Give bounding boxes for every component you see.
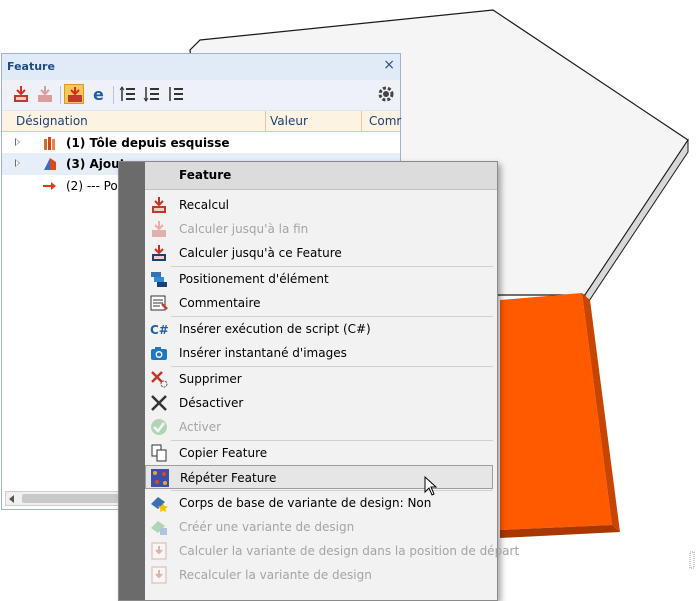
toolbar-separator — [60, 86, 61, 104]
menu-item-label: Corps de base de variante de design: Non — [179, 496, 432, 510]
menu-item-copier-feature[interactable]: Copier Feature — [145, 441, 493, 465]
delete-icon — [150, 370, 168, 388]
align-2-icon[interactable] — [142, 84, 162, 104]
menu-item-activer[interactable]: Activer — [145, 415, 493, 439]
recalc-to-end-icon — [150, 220, 168, 238]
menu-item-calculer-jusqu-a-ce-feature[interactable]: Calculer jusqu'à ce Feature — [145, 241, 493, 265]
panel-toolbar: e — [2, 80, 400, 111]
align-1-icon[interactable] — [118, 84, 138, 104]
expand-arrow-icon[interactable] — [15, 138, 20, 146]
positioning-icon — [150, 270, 168, 288]
recalc-to-end-icon[interactable] — [35, 84, 55, 104]
copy-icon — [150, 444, 168, 462]
menu-item-label: Désactiver — [179, 396, 244, 410]
panel-title: Feature — [7, 60, 55, 73]
menu-item-inserer-script[interactable]: C# Insérer exécution de script (C#) — [145, 317, 493, 341]
recalc-to-feature-icon — [150, 244, 168, 262]
sheet-icon — [44, 137, 55, 150]
scroll-left-icon[interactable] — [9, 495, 14, 503]
calc-variant-icon — [150, 542, 168, 560]
column-commentaire[interactable]: Comr — [369, 114, 401, 128]
menu-item-label: Calculer jusqu'à la fin — [179, 222, 309, 236]
column-header-row: Désignation Valeur Comr — [2, 111, 401, 132]
menu-item-label: Calculer la variante de design dans la p… — [179, 544, 520, 558]
add-flange-icon — [44, 158, 56, 170]
menu-item-recalculer-variante[interactable]: Recalculer la variante de design — [145, 563, 493, 587]
menu-item-desactiver[interactable]: Désactiver — [145, 391, 493, 415]
comment-icon — [150, 294, 168, 312]
tree-row-label: (1) Tôle depuis esquisse — [66, 136, 230, 150]
expand-arrow-icon[interactable] — [15, 159, 20, 167]
column-separator[interactable] — [265, 111, 266, 131]
tree-row[interactable]: (1) Tôle depuis esquisse — [2, 132, 400, 154]
menu-item-label: Insérer instantané d'images — [179, 346, 347, 360]
corner-marker — [689, 551, 695, 569]
feature-context-menu: Feature Recalcul Calculer jusqu'à la fin… — [118, 161, 519, 601]
orange-flange-face — [500, 293, 612, 530]
menu-item-commentaire[interactable]: Commentaire — [145, 291, 493, 315]
menu-header: Feature — [145, 162, 497, 190]
recalc-to-feature-icon[interactable] — [64, 84, 84, 104]
recalc-icon[interactable] — [11, 84, 31, 104]
toolbar-separator — [113, 86, 114, 104]
menu-item-supprimer[interactable]: Supprimer — [145, 367, 493, 391]
recalc-variant-icon — [150, 566, 168, 584]
menu-item-positionement[interactable]: Positionement d'élément — [145, 267, 493, 291]
menu-item-label: Positionement d'élément — [179, 272, 329, 286]
menu-item-label: Créér une variante de design — [179, 520, 355, 534]
menu-item-repeter-feature[interactable]: Répéter Feature — [145, 465, 493, 489]
tree-row-label: (2) --- Pos — [66, 179, 125, 193]
menu-item-calculer-variante[interactable]: Calculer la variante de design dans la p… — [145, 539, 519, 563]
menu-item-label: Répéter Feature — [180, 471, 277, 485]
repeat-icon — [151, 469, 169, 487]
edit-e-icon[interactable]: e — [89, 84, 109, 104]
deactivate-icon — [150, 394, 168, 412]
create-variant-icon — [150, 518, 168, 536]
menu-item-label: Activer — [179, 420, 222, 434]
menu-item-label: Commentaire — [179, 296, 261, 310]
close-icon[interactable]: × — [383, 57, 395, 73]
column-separator[interactable] — [361, 111, 362, 131]
align-3-icon[interactable] — [166, 84, 186, 104]
menu-item-inserer-instantane[interactable]: Insérer instantané d'images — [145, 341, 493, 365]
menu-item-label: Copier Feature — [179, 446, 268, 460]
column-valeur[interactable]: Valeur — [270, 114, 308, 128]
activate-icon — [150, 418, 168, 436]
menu-item-label: Recalcul — [179, 198, 230, 212]
column-designation[interactable]: Désignation — [16, 114, 88, 128]
menu-gutter — [119, 162, 145, 600]
menu-item-recalcul[interactable]: Recalcul — [145, 193, 493, 217]
menu-item-label: Calculer jusqu'à ce Feature — [179, 246, 342, 260]
menu-item-label: Supprimer — [179, 372, 242, 386]
camera-icon — [150, 344, 168, 362]
position-arrow-icon — [43, 182, 56, 190]
design-variant-base-icon — [150, 494, 168, 512]
svg-text:e: e — [93, 85, 104, 104]
recalc-icon — [150, 196, 168, 214]
settings-icon[interactable] — [376, 84, 396, 104]
mouse-cursor-icon — [424, 476, 438, 496]
menu-item-creer-variante[interactable]: Créér une variante de design — [145, 515, 493, 539]
menu-item-corps-de-base[interactable]: Corps de base de variante de design: Non — [145, 491, 493, 515]
csharp-icon: C# — [150, 320, 168, 338]
menu-item-label: Recalculer la variante de design — [179, 568, 372, 582]
menu-item-label: Insérer exécution de script (C#) — [179, 322, 371, 336]
svg-text:C#: C# — [150, 323, 168, 337]
menu-title: Feature — [179, 168, 232, 182]
panel-title-bar: Feature × — [2, 54, 400, 81]
menu-item-calculer-jusqu-a-la-fin[interactable]: Calculer jusqu'à la fin — [145, 217, 493, 241]
